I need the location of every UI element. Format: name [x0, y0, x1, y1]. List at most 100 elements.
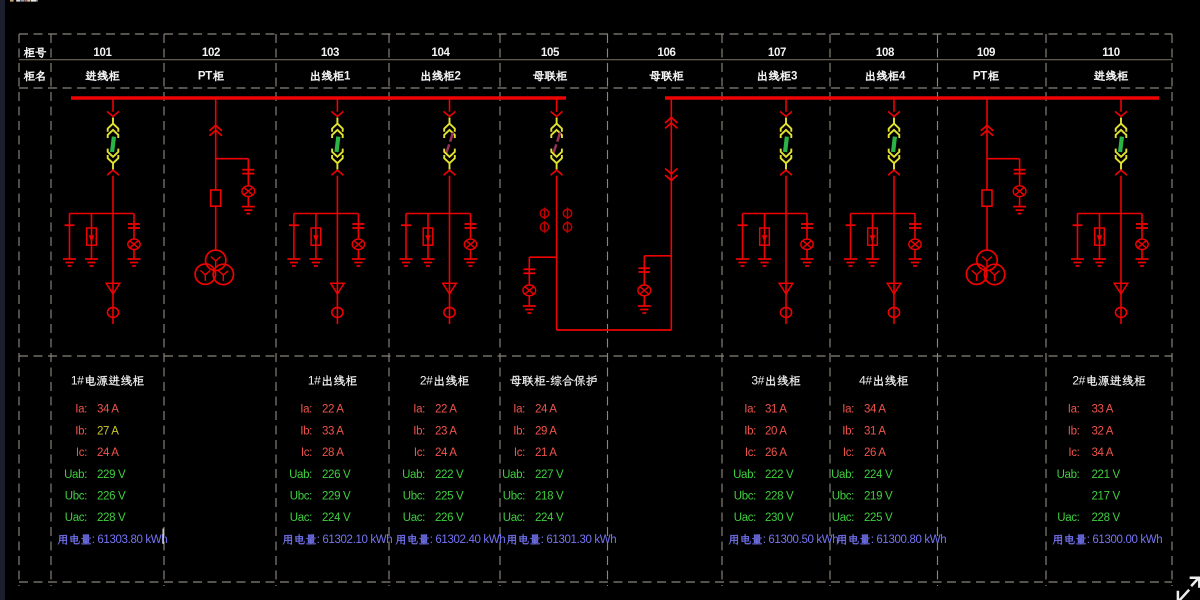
svg-text:101: 101 — [93, 47, 112, 59]
svg-text:Uac:: Uac: — [403, 512, 425, 524]
svg-text:Uab:: Uab: — [1057, 469, 1080, 481]
svg-text:221 V: 221 V — [1092, 469, 1121, 481]
svg-text:2#: 2# — [1072, 374, 1085, 388]
svg-text:27 A: 27 A — [97, 426, 119, 438]
svg-text:226 V: 226 V — [322, 469, 351, 481]
svg-text:3: 3 — [791, 71, 797, 83]
svg-text:20 A: 20 A — [765, 426, 787, 438]
svg-text:Ic:: Ic: — [301, 447, 312, 459]
svg-text:227 V: 227 V — [535, 469, 564, 481]
svg-text:Ia:: Ia: — [300, 404, 312, 416]
svg-text:Ubc:: Ubc: — [290, 491, 312, 503]
svg-text:Ubc:: Ubc: — [65, 491, 87, 503]
svg-text:: 61302.10 kWh: : 61302.10 kWh — [317, 534, 393, 546]
svg-text:102: 102 — [202, 47, 220, 59]
svg-text:Uab:: Uab: — [289, 469, 312, 481]
svg-text:104: 104 — [431, 47, 450, 59]
svg-text:1#: 1# — [308, 374, 321, 388]
svg-text:222 V: 222 V — [435, 469, 464, 481]
svg-text:Uac:: Uac: — [832, 512, 854, 524]
svg-text:Uac:: Uac: — [503, 512, 525, 524]
svg-text:Ubc:: Ubc: — [503, 491, 525, 503]
svg-text:Ubc:: Ubc: — [832, 491, 854, 503]
svg-text:Ia:: Ia: — [842, 404, 854, 416]
svg-text:34 A: 34 A — [1092, 447, 1114, 459]
svg-text:24 A: 24 A — [97, 447, 119, 459]
svg-text:22 A: 22 A — [322, 404, 344, 416]
svg-text:31 A: 31 A — [864, 426, 886, 438]
svg-text:103: 103 — [321, 47, 339, 59]
svg-text:24 A: 24 A — [435, 447, 457, 459]
svg-text:107: 107 — [768, 47, 786, 59]
svg-text:Ia:: Ia: — [513, 404, 525, 416]
svg-text:Uac:: Uac: — [734, 512, 756, 524]
svg-text:2#: 2# — [420, 374, 433, 388]
svg-text:33 A: 33 A — [322, 426, 344, 438]
svg-text:229 V: 229 V — [322, 491, 351, 503]
svg-text:2: 2 — [455, 71, 461, 83]
svg-text:Ib:: Ib: — [842, 426, 854, 438]
svg-text:105: 105 — [541, 47, 560, 59]
svg-text:106: 106 — [657, 47, 675, 59]
svg-text:Uac:: Uac: — [65, 512, 87, 524]
svg-text:23 A: 23 A — [435, 426, 457, 438]
svg-text:Ib:: Ib: — [75, 426, 87, 438]
svg-text:224 V: 224 V — [535, 512, 564, 524]
svg-text:Ic:: Ic: — [414, 447, 425, 459]
svg-text:226 V: 226 V — [435, 512, 464, 524]
svg-text:33 A: 33 A — [1092, 404, 1114, 416]
svg-text:228 V: 228 V — [1092, 512, 1121, 524]
svg-text:228 V: 228 V — [765, 491, 794, 503]
svg-text:Ib:: Ib: — [1068, 426, 1080, 438]
svg-text:Ubc:: Ubc: — [403, 491, 425, 503]
svg-text:217 V: 217 V — [1092, 491, 1121, 503]
svg-text:Ib:: Ib: — [300, 426, 312, 438]
svg-text:34 A: 34 A — [97, 404, 119, 416]
svg-text:Ib:: Ib: — [413, 426, 425, 438]
svg-text:230 V: 230 V — [765, 512, 794, 524]
svg-text:29 A: 29 A — [535, 426, 557, 438]
svg-text:21 A: 21 A — [535, 447, 557, 459]
svg-text:225 V: 225 V — [864, 512, 893, 524]
svg-text:Uab:: Uab: — [733, 469, 756, 481]
svg-text:109: 109 — [977, 47, 995, 59]
svg-text:229 V: 229 V — [97, 469, 126, 481]
svg-text:108: 108 — [876, 47, 895, 59]
svg-text:: 61303.80 kWh: : 61303.80 kWh — [92, 534, 168, 546]
svg-text:: 61302.40 kWh: : 61302.40 kWh — [430, 534, 506, 546]
svg-text:22 A: 22 A — [435, 404, 457, 416]
svg-text:Ubc:: Ubc: — [734, 491, 756, 503]
svg-text:Ic:: Ic: — [1068, 447, 1079, 459]
svg-text:Uab:: Uab: — [64, 469, 87, 481]
svg-text:218 V: 218 V — [535, 491, 564, 503]
svg-text:Ia:: Ia: — [1068, 404, 1080, 416]
svg-text:Ic:: Ic: — [76, 447, 87, 459]
svg-text:226 V: 226 V — [97, 491, 126, 503]
svg-text:Uac:: Uac: — [290, 512, 312, 524]
svg-text:222 V: 222 V — [765, 469, 794, 481]
svg-text:Ic:: Ic: — [843, 447, 854, 459]
svg-text:Ic:: Ic: — [514, 447, 525, 459]
svg-text:Uac:: Uac: — [1057, 512, 1079, 524]
svg-text:Ib:: Ib: — [513, 426, 525, 438]
svg-text:: 61301.30 kWh: : 61301.30 kWh — [541, 534, 617, 546]
svg-text:: 61300.80 kWh: : 61300.80 kWh — [871, 534, 947, 546]
svg-text:: 61300.50 kWh: : 61300.50 kWh — [763, 534, 839, 546]
svg-text:34 A: 34 A — [864, 404, 886, 416]
svg-text:Ia:: Ia: — [744, 404, 756, 416]
svg-text:32 A: 32 A — [1092, 426, 1114, 438]
svg-text:-: - — [546, 374, 550, 388]
svg-text:Ic:: Ic: — [745, 447, 756, 459]
svg-text:3#: 3# — [751, 374, 764, 388]
svg-text:: 61300.00 kWh: : 61300.00 kWh — [1087, 534, 1163, 546]
svg-text:Uab:: Uab: — [402, 469, 425, 481]
svg-text:Ib:: Ib: — [744, 426, 756, 438]
svg-text:Ia:: Ia: — [75, 404, 87, 416]
svg-text:228 V: 228 V — [97, 512, 126, 524]
svg-text:PT: PT — [198, 71, 212, 83]
svg-text:28 A: 28 A — [322, 447, 344, 459]
svg-text:1: 1 — [344, 71, 351, 83]
svg-text:224 V: 224 V — [322, 512, 351, 524]
svg-text:225 V: 225 V — [435, 491, 464, 503]
svg-text:Ia:: Ia: — [413, 404, 425, 416]
